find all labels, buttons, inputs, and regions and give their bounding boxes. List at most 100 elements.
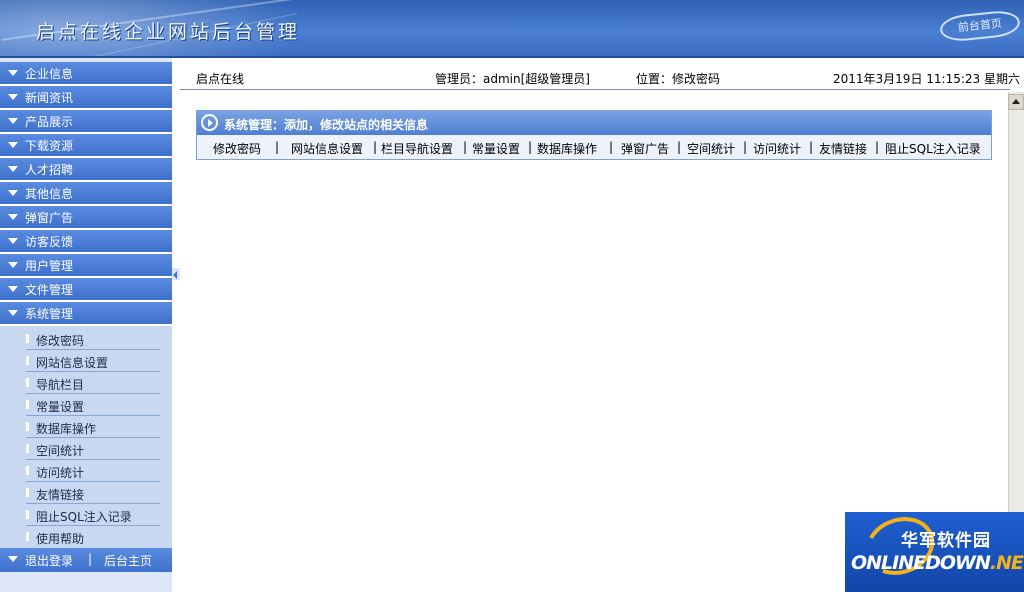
- front-home-button[interactable]: 前台首页: [938, 8, 1022, 44]
- system-submenu: 修改密码 网站信息设置 导航栏目 常量设置 数据库操作 空间统计 访问统计 友情…: [0, 326, 172, 548]
- submenu-item-constants[interactable]: 常量设置: [26, 394, 160, 416]
- triangle-down-icon: [8, 238, 18, 244]
- sidebar-item-downloads[interactable]: 下载资源: [0, 134, 172, 158]
- submenu-item-label: 阻止SQL注入记录: [36, 510, 132, 524]
- triangle-down-icon: [8, 262, 18, 268]
- panel-header: 系统管理：添加，修改站点的相关信息: [197, 111, 991, 135]
- link-separator: |: [743, 140, 748, 154]
- backend-home-link[interactable]: 后台主页: [104, 552, 152, 569]
- submenu-item-label: 空间统计: [36, 444, 85, 458]
- bullet-icon: [26, 466, 29, 475]
- submenu-item-label: 修改密码: [36, 334, 85, 348]
- submenu-item-friend-links[interactable]: 友情链接: [26, 482, 160, 504]
- triangle-down-icon: [8, 70, 18, 76]
- sidebar-item-popup-ads[interactable]: 弹窗广告: [0, 206, 172, 230]
- sidebar-item-label: 弹窗广告: [25, 211, 74, 225]
- sidebar-item-label: 其他信息: [25, 187, 74, 201]
- panel-link-bar: 修改密码 | 网站信息设置 | 栏目导航设置 | 常量设置 | 数据库操作 | …: [197, 137, 991, 159]
- sidebar-item-users[interactable]: 用户管理: [0, 254, 172, 278]
- link-nav-settings[interactable]: 栏目导航设置: [381, 140, 453, 157]
- link-sql-injection-log[interactable]: 阻止SQL注入记录: [885, 140, 981, 157]
- submenu-item-visit-stats[interactable]: 访问统计: [26, 460, 160, 482]
- sidebar-item-label: 访客反馈: [25, 235, 74, 249]
- submenu-item-label: 导航栏目: [36, 378, 85, 392]
- link-separator: |: [609, 140, 614, 154]
- link-popup-ads[interactable]: 弹窗广告: [621, 140, 669, 157]
- submenu-item-navigation[interactable]: 导航栏目: [26, 372, 160, 394]
- submenu-item-label: 网站信息设置: [36, 356, 109, 370]
- submenu-item-database[interactable]: 数据库操作: [26, 416, 160, 438]
- submenu-item-space-stats[interactable]: 空间统计: [26, 438, 160, 460]
- site-name: 启点在线: [196, 72, 245, 86]
- link-space-stats[interactable]: 空间统计: [687, 140, 735, 157]
- link-site-settings[interactable]: 网站信息设置: [291, 140, 363, 157]
- site-title: 启点在线企业网站后台管理: [36, 21, 301, 43]
- sidebar-item-label: 系统管理: [25, 307, 74, 321]
- sidebar-item-label: 企业信息: [25, 67, 74, 81]
- bullet-icon: [26, 488, 29, 497]
- link-database[interactable]: 数据库操作: [537, 140, 597, 157]
- link-separator: |: [373, 140, 378, 154]
- bullet-icon: [26, 422, 29, 431]
- sidebar-item-news[interactable]: 新闻资讯: [0, 86, 172, 110]
- link-visit-stats[interactable]: 访问统计: [753, 140, 801, 157]
- link-separator: |: [809, 140, 814, 154]
- bullet-icon: [26, 334, 29, 343]
- datetime-info: 2011年3月19日 11:15:23 星期六: [833, 72, 1020, 86]
- link-separator: |: [528, 140, 533, 154]
- watermark-en-prefix: ONLINEDOWN: [851, 552, 991, 574]
- sidebar-item-files[interactable]: 文件管理: [0, 278, 172, 302]
- arrow-up-icon: [1012, 99, 1020, 104]
- play-circle-icon: [201, 114, 218, 131]
- sidebar-item-recruitment[interactable]: 人才招聘: [0, 158, 172, 182]
- link-change-password[interactable]: 修改密码: [213, 140, 261, 157]
- submenu-item-site-settings[interactable]: 网站信息设置: [26, 350, 160, 372]
- link-friend-links[interactable]: 友情链接: [819, 140, 867, 157]
- submenu-item-sql-injection-log[interactable]: 阻止SQL注入记录: [26, 504, 160, 526]
- sidebar-item-label: 用户管理: [25, 259, 74, 273]
- admin-info: 管理员：admin[超级管理员]: [435, 72, 590, 86]
- submenu-item-label: 友情链接: [36, 488, 85, 502]
- sidebar-item-label: 人才招聘: [25, 163, 74, 177]
- bullet-icon: [26, 510, 29, 519]
- bullet-icon: [26, 400, 29, 409]
- sidebar-item-label: 产品展示: [25, 115, 74, 129]
- bullet-icon: [26, 378, 29, 387]
- submenu-item-change-password[interactable]: 修改密码: [26, 328, 160, 350]
- bullet-icon: [26, 532, 29, 541]
- sidebar-item-company-info[interactable]: 企业信息: [0, 62, 172, 86]
- submenu-item-help[interactable]: 使用帮助: [26, 526, 160, 548]
- submenu-item-label: 访问统计: [36, 466, 85, 480]
- link-constants[interactable]: 常量设置: [472, 140, 520, 157]
- location-info: 位置：修改密码: [636, 72, 721, 86]
- submenu-item-label: 数据库操作: [36, 422, 97, 436]
- sidebar-item-feedback[interactable]: 访客反馈: [0, 230, 172, 254]
- bullet-icon: [26, 444, 29, 453]
- triangle-down-icon: [8, 286, 18, 292]
- sidebar-footer-bar: 退出登录 | 后台主页: [0, 548, 172, 572]
- system-management-panel: 系统管理：添加，修改站点的相关信息 修改密码 | 网站信息设置 | 栏目导航设置…: [196, 110, 992, 160]
- triangle-down-icon: [8, 118, 18, 124]
- info-bar: 启点在线 管理员：admin[超级管理员] 位置：修改密码 2011年3月19日…: [180, 66, 1020, 90]
- triangle-down-icon: [8, 310, 18, 316]
- scroll-up-button[interactable]: [1008, 94, 1024, 110]
- triangle-down-icon: [8, 190, 18, 196]
- link-separator: |: [275, 140, 280, 154]
- sidebar-item-other-info[interactable]: 其他信息: [0, 182, 172, 206]
- triangle-down-icon: [8, 556, 18, 562]
- sidebar-item-label: 新闻资讯: [25, 91, 74, 105]
- sidebar-item-label: 下载资源: [25, 139, 74, 153]
- logout-link[interactable]: 退出登录: [25, 552, 73, 569]
- sidebar-divider: [172, 58, 180, 592]
- sidebar-item-label: 文件管理: [25, 283, 74, 297]
- onlinedown-watermark: 华军软件园 ONLINEDOWN.NET: [845, 512, 1024, 592]
- watermark-en-suffix: .NET: [989, 552, 1024, 574]
- arrow-left-icon: [173, 271, 177, 279]
- triangle-down-icon: [8, 214, 18, 220]
- link-separator: |: [875, 140, 880, 154]
- panel-title: 系统管理：添加，修改站点的相关信息: [224, 118, 429, 132]
- sidebar-item-products[interactable]: 产品展示: [0, 110, 172, 134]
- sidebar-item-system[interactable]: 系统管理: [0, 302, 172, 326]
- sidebar-collapse-toggle[interactable]: [172, 268, 180, 280]
- link-separator: |: [463, 140, 468, 154]
